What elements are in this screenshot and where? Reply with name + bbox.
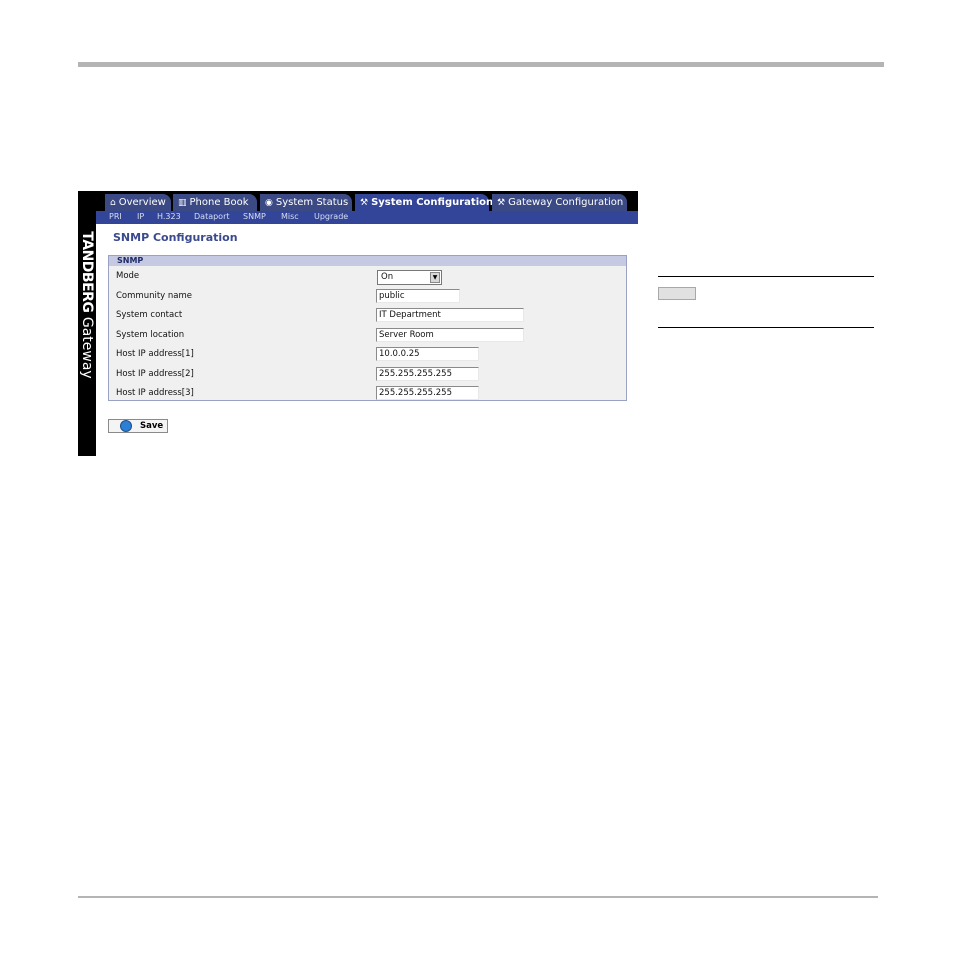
subnav-snmp[interactable]: SNMP: [243, 211, 266, 223]
mode-select[interactable]: On ▼: [377, 270, 442, 285]
subnav-h323[interactable]: H.323: [157, 211, 181, 223]
top-rule: [78, 62, 884, 67]
tab-gateway-configuration[interactable]: ⚒ Gateway Configuration: [492, 194, 627, 211]
host-ip-3-input[interactable]: 255.255.255.255: [376, 386, 479, 400]
aside-rule-top: [658, 276, 874, 277]
subnav-ip[interactable]: IP: [137, 211, 144, 223]
system-contact-input[interactable]: IT Department: [376, 308, 524, 322]
host-ip-2-label: Host IP address[2]: [116, 369, 194, 379]
bottom-rule: [78, 896, 878, 898]
system-location-label: System location: [116, 330, 185, 340]
phone-book-icon: ▥: [178, 198, 187, 208]
tab-bar: ⌂ Overview ▥ Phone Book ◉ System Status ⚒ Sy…: [96, 191, 638, 211]
page-title: SNMP Configuration: [113, 231, 238, 244]
host-ip-2-input[interactable]: 255.255.255.255: [376, 367, 479, 381]
house-icon: ⌂: [110, 198, 116, 208]
tab-overview[interactable]: ⌂ Overview: [105, 194, 171, 211]
community-name-label: Community name: [116, 291, 193, 301]
tab-system-configuration[interactable]: ⚒ System Configuration: [355, 194, 493, 211]
tools-icon: ⚒: [360, 198, 369, 208]
mode-label: Mode: [116, 271, 140, 281]
snmp-panel: SNMP Mode On ▼ Community name public Sys…: [108, 255, 627, 401]
tab-system-status[interactable]: ◉ System Status: [260, 194, 352, 211]
mode-value: On: [381, 272, 394, 282]
community-name-input[interactable]: public: [376, 289, 460, 303]
system-contact-label: System contact: [116, 310, 183, 320]
save-button[interactable]: Save: [108, 419, 168, 433]
subnav-dataport[interactable]: Dataport: [194, 211, 230, 223]
host-ip-1-label: Host IP address[1]: [116, 349, 194, 359]
subnav-upgrade[interactable]: Upgrade: [314, 211, 348, 223]
brand-sidebar: TANDBERG Gateway: [78, 191, 96, 456]
save-icon: [120, 420, 132, 432]
brand-logo: TANDBERG Gateway: [79, 231, 95, 379]
tools-icon: ⚒: [497, 198, 506, 208]
panel-heading: SNMP: [109, 256, 626, 266]
aside-placeholder-box: [658, 287, 696, 300]
subnav-pri[interactable]: PRI: [109, 211, 122, 223]
tab-phone-book[interactable]: ▥ Phone Book: [173, 194, 257, 211]
host-ip-1-input[interactable]: 10.0.0.25: [376, 347, 479, 361]
sub-navigation: PRI IP H.323 Dataport SNMP Misc Upgrade: [96, 211, 638, 224]
power-icon: ◉: [265, 198, 273, 208]
save-label: Save: [140, 421, 164, 431]
system-location-input[interactable]: Server Room: [376, 328, 524, 342]
host-ip-3-label: Host IP address[3]: [116, 388, 194, 398]
screenshot-frame: TANDBERG Gateway ⌂ Overview ▥ Phone Book ◉…: [78, 191, 638, 456]
aside-rule-bottom: [658, 327, 874, 328]
subnav-misc[interactable]: Misc: [281, 211, 299, 223]
chevron-down-icon[interactable]: ▼: [430, 272, 440, 283]
